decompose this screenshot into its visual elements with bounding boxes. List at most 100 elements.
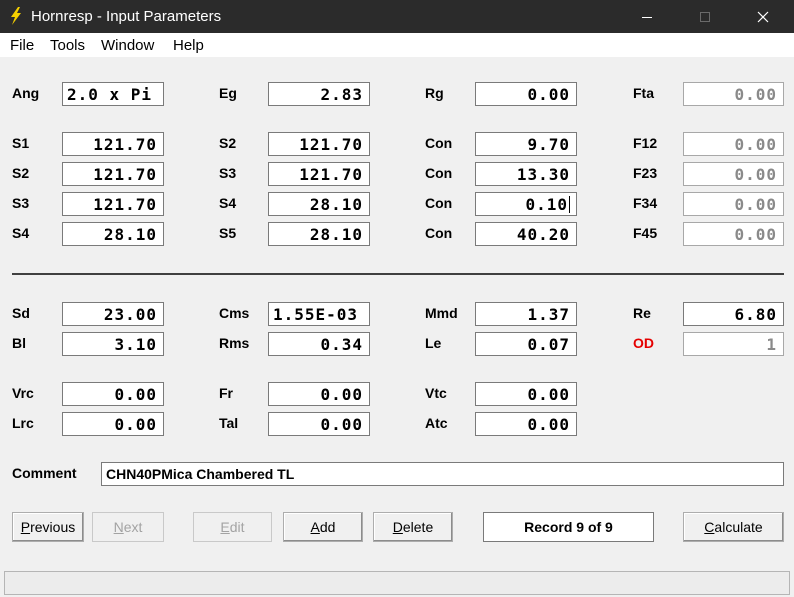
eg-field[interactable]: 2.83 [268, 82, 370, 106]
bl-label: Bl [12, 335, 26, 351]
f12-field: 0.00 [683, 132, 784, 156]
f45-label: F45 [633, 225, 658, 241]
status-bar [4, 571, 790, 595]
vtc-label: Vtc [425, 385, 447, 401]
record-indicator: Record 9 of 9 [483, 512, 654, 542]
menu-help[interactable]: Help [173, 37, 204, 54]
add-button[interactable]: Add [283, 512, 363, 542]
previous-button[interactable]: Previous [12, 512, 84, 542]
vrc-label: Vrc [12, 385, 34, 401]
f34-field: 0.00 [683, 192, 784, 216]
next-label: ext [123, 519, 143, 535]
rg-field[interactable]: 0.00 [475, 82, 577, 106]
le-label: Le [425, 335, 442, 351]
close-icon [757, 11, 769, 22]
fr-label: Fr [219, 385, 233, 401]
f23-label: F23 [633, 165, 658, 181]
minimize-button[interactable] [624, 0, 670, 33]
s5-field[interactable]: 28.10 [268, 222, 370, 246]
maximize-icon [700, 11, 710, 22]
calculate-accel: C [704, 519, 715, 535]
s3-label: S3 [219, 165, 237, 181]
lightning-bolt-icon [11, 7, 21, 25]
con3-label: Con [425, 195, 453, 211]
s5-label: S5 [219, 225, 237, 241]
con2-field[interactable]: 13.30 [475, 162, 577, 186]
cms-field[interactable]: 1.55E-03 [268, 302, 370, 326]
rms-label: Rms [219, 335, 250, 351]
calculate-label: alculate [714, 519, 763, 535]
tal-field[interactable]: 0.00 [268, 412, 370, 436]
close-button[interactable] [740, 0, 786, 33]
sd-label: Sd [12, 305, 30, 321]
s3-row-field[interactable]: 121.70 [62, 192, 164, 216]
menu-window[interactable]: Window [101, 37, 154, 54]
ang-field[interactable]: 2.0 x Pi [62, 82, 164, 106]
con3-field[interactable]: 0.10 [475, 192, 577, 216]
mmd-field[interactable]: 1.37 [475, 302, 577, 326]
con4-label: Con [425, 225, 453, 241]
next-accel: N [113, 519, 124, 535]
fr-field[interactable]: 0.00 [268, 382, 370, 406]
od-field: 1 [683, 332, 784, 356]
menu-tools[interactable]: Tools [50, 37, 85, 54]
delete-label: elete [402, 519, 434, 535]
fta-field: 0.00 [683, 82, 784, 106]
od-label[interactable]: OD [633, 335, 654, 351]
calculate-button[interactable]: Calculate [683, 512, 784, 542]
f12-label: F12 [633, 135, 658, 151]
rms-field[interactable]: 0.34 [268, 332, 370, 356]
eg-label: Eg [219, 85, 237, 101]
previous-label: revious [30, 519, 76, 535]
f45-field: 0.00 [683, 222, 784, 246]
s4-row-label: S4 [12, 225, 30, 241]
edit-accel: E [220, 519, 230, 535]
bl-field[interactable]: 3.10 [62, 332, 164, 356]
s3-field[interactable]: 121.70 [268, 162, 370, 186]
text-caret [569, 196, 570, 213]
s4-label: S4 [219, 195, 237, 211]
add-accel: A [310, 519, 320, 535]
minimize-icon [642, 16, 652, 18]
con1-field[interactable]: 9.70 [475, 132, 577, 156]
add-label: dd [319, 519, 336, 535]
fta-label: Fta [633, 85, 654, 101]
edit-label: dit [229, 519, 245, 535]
le-field[interactable]: 0.07 [475, 332, 577, 356]
window-title: Hornresp - Input Parameters [31, 8, 222, 25]
section-divider [12, 273, 784, 275]
edit-button[interactable]: Edit [193, 512, 272, 542]
con4-field[interactable]: 40.20 [475, 222, 577, 246]
maximize-button[interactable] [682, 0, 728, 33]
comment-field[interactable]: CHN40PMica Chambered TL [101, 462, 784, 486]
s4-row-field[interactable]: 28.10 [62, 222, 164, 246]
re-label: Re [633, 305, 651, 321]
tal-label: Tal [219, 415, 239, 431]
previous-accel: P [20, 519, 31, 535]
s4-field[interactable]: 28.10 [268, 192, 370, 216]
menu-file[interactable]: File [10, 37, 34, 54]
menu-bar: File Tools Window Help [0, 33, 794, 57]
vrc-field[interactable]: 0.00 [62, 382, 164, 406]
s2-field[interactable]: 121.70 [268, 132, 370, 156]
delete-accel: D [392, 519, 403, 535]
cms-label: Cms [219, 305, 250, 321]
atc-label: Atc [425, 415, 448, 431]
con3-value: 0.10 [525, 195, 568, 214]
next-button[interactable]: Next [92, 512, 164, 542]
atc-field[interactable]: 0.00 [475, 412, 577, 436]
s2-label: S2 [219, 135, 237, 151]
s1-field[interactable]: 121.70 [62, 132, 164, 156]
title-bar[interactable]: Hornresp - Input Parameters [0, 0, 794, 33]
re-field[interactable]: 6.80 [683, 302, 784, 326]
s1-label: S1 [12, 135, 30, 151]
s2-row-field[interactable]: 121.70 [62, 162, 164, 186]
lrc-field[interactable]: 0.00 [62, 412, 164, 436]
sd-field[interactable]: 23.00 [62, 302, 164, 326]
vtc-field[interactable]: 0.00 [475, 382, 577, 406]
con1-label: Con [425, 135, 453, 151]
mmd-label: Mmd [425, 305, 458, 321]
delete-button[interactable]: Delete [373, 512, 453, 542]
s3-row-label: S3 [12, 195, 30, 211]
f34-label: F34 [633, 195, 658, 211]
